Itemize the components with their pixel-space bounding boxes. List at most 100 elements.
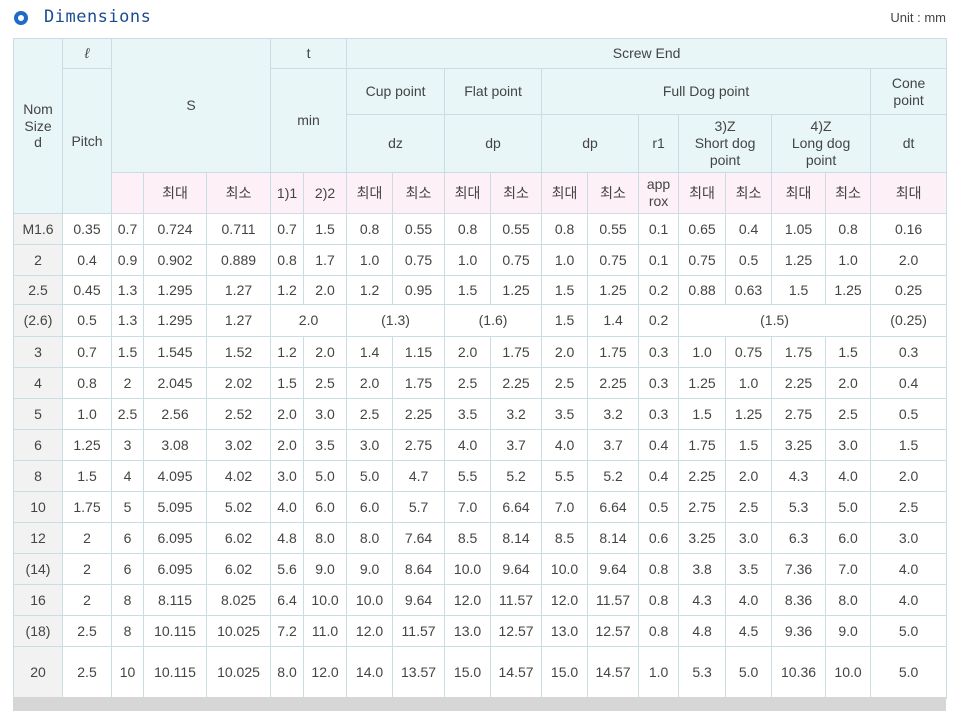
table-cell: 0.8 xyxy=(444,213,492,245)
table-cell: 0.2 xyxy=(638,304,680,337)
subheader-cell: 최대 xyxy=(870,172,948,214)
table-cell: 7.36 xyxy=(771,553,827,585)
table-cell: 8.0 xyxy=(303,522,348,554)
table-cell: 1.75 xyxy=(62,491,112,523)
table-cell: 0.35 xyxy=(62,213,112,245)
row-nom-size: M1.6 xyxy=(13,213,63,245)
table-cell: 10.115 xyxy=(143,615,207,647)
table-cell: 2.5 xyxy=(870,491,948,523)
header-pitch: Pitch xyxy=(62,68,112,214)
table-cell: 2.0 xyxy=(870,460,948,492)
table-cell: 0.3 xyxy=(638,336,680,368)
table-cell: 9.36 xyxy=(771,615,827,647)
table-cell: 3.5 xyxy=(444,398,492,430)
table-cell: 4.7 xyxy=(392,460,446,492)
table-cell: (1.3) xyxy=(346,304,446,337)
table-cell: 1.25 xyxy=(825,275,872,305)
table-cell: 10.0 xyxy=(346,584,394,616)
table-cell: 1.3 xyxy=(111,304,144,337)
table-cell: 2.5 xyxy=(62,615,112,647)
table-cell: 9.0 xyxy=(303,553,348,585)
table-cell: 5.02 xyxy=(205,491,272,523)
table-cell: 13.57 xyxy=(392,646,446,699)
header-short-dog: 3)Z Short dog point xyxy=(678,114,773,173)
table-cell: 6.095 xyxy=(143,553,207,585)
table-cell: 2.75 xyxy=(678,491,727,523)
table-cell: 5.0 xyxy=(346,460,394,492)
dimensions-table: Nom Size d ℓ S t Screw End Pitch min Cup p… xyxy=(13,38,948,699)
table-cell: 3.0 xyxy=(825,429,872,461)
table-cell: 1.0 xyxy=(678,336,727,368)
row-nom-size: (18) xyxy=(13,615,63,647)
table-cell: 3.5 xyxy=(725,553,773,585)
table-cell: 6.02 xyxy=(205,522,272,554)
table-cell: 2.045 xyxy=(143,367,207,399)
table-cell: 10.025 xyxy=(205,646,272,699)
table-cell: 1.25 xyxy=(62,429,112,461)
table-cell: 1.5 xyxy=(303,213,348,245)
header-s: S xyxy=(110,38,272,173)
subheader-cell xyxy=(111,172,144,214)
table-cell: 7.0 xyxy=(444,491,492,523)
header-cup-point: Cup point xyxy=(346,68,446,115)
table-cell: 5.5 xyxy=(444,460,492,492)
row-nom-size: 20 xyxy=(13,646,63,699)
table-cell: 8.64 xyxy=(392,553,446,585)
table-cell: 5.095 xyxy=(143,491,207,523)
row-nom-size: 3 xyxy=(13,336,63,368)
subheader-cell: 최소 xyxy=(490,172,543,214)
table-cell: 1.5 xyxy=(771,275,827,305)
subheader-cell: 2)2 xyxy=(303,172,348,214)
table-cell: 2.0 xyxy=(541,336,589,368)
table-row: 2 0.4 0.9 0.902 0.889 0.8 1.7 1.0 0.75 1.0 0.75 1.0… xyxy=(13,244,948,276)
table-cell: 5.7 xyxy=(392,491,446,523)
table-cell: 1.0 xyxy=(444,244,492,276)
table-cell: 0.7 xyxy=(111,213,144,245)
table-cell: 4.0 xyxy=(725,584,773,616)
table-cell: 6.3 xyxy=(771,522,827,554)
header-min: min xyxy=(270,68,348,173)
table-cell: 6.0 xyxy=(346,491,394,523)
table-cell: 6.0 xyxy=(303,491,348,523)
table-cell: 2.25 xyxy=(587,367,640,399)
header-l: ℓ xyxy=(62,38,112,69)
row-nom-size: 8 xyxy=(13,460,63,492)
row-nom-size: 2.5 xyxy=(13,275,63,305)
table-cell: 0.3 xyxy=(638,398,680,430)
table-cell: 1.25 xyxy=(771,244,827,276)
table-cell: 4.02 xyxy=(205,460,272,492)
table-cell: 1.5 xyxy=(444,275,492,305)
table-cell: 1.25 xyxy=(490,275,543,305)
subheader-cell: 1)1 xyxy=(270,172,305,214)
table-cell: (1.6) xyxy=(444,304,543,337)
table-cell: 15.0 xyxy=(444,646,492,699)
table-cell: 0.7 xyxy=(62,336,112,368)
table-cell: 10.115 xyxy=(143,646,207,699)
table-cell: 0.8 xyxy=(825,213,872,245)
table-cell: 8.36 xyxy=(771,584,827,616)
table-cell: 11.57 xyxy=(392,615,446,647)
table-cell: 8 xyxy=(111,615,144,647)
table-cell: 1.27 xyxy=(205,304,272,337)
table-cell: 4.3 xyxy=(678,584,727,616)
table-cell: 2.5 xyxy=(346,398,394,430)
table-cell: 2.25 xyxy=(771,367,827,399)
table-cell: 1.5 xyxy=(678,398,727,430)
table-cell: 1.2 xyxy=(270,275,305,305)
table-row: (18) 2.5 8 10.115 10.025 7.2 11.0 12.0 11.57 13.0… xyxy=(13,615,948,647)
table-row: 2.5 0.45 1.3 1.295 1.27 1.2 2.0 1.2 0.95 1.5 1.25 1… xyxy=(13,275,948,305)
subheader-cell: 최소 xyxy=(587,172,640,214)
table-cell: 4.0 xyxy=(870,584,948,616)
table-cell: 4.0 xyxy=(541,429,589,461)
table-cell: 2.56 xyxy=(143,398,207,430)
table-cell: 11.57 xyxy=(490,584,543,616)
table-cell: 0.902 xyxy=(143,244,207,276)
table-cell: 0.4 xyxy=(638,460,680,492)
table-cell: 4 xyxy=(111,460,144,492)
table-cell: 1.0 xyxy=(825,244,872,276)
table-cell: 1.0 xyxy=(62,398,112,430)
table-cell: 1.2 xyxy=(346,275,394,305)
table-cell: 7.2 xyxy=(270,615,305,647)
table-cell: 8.5 xyxy=(541,522,589,554)
table-cell: 0.75 xyxy=(587,244,640,276)
